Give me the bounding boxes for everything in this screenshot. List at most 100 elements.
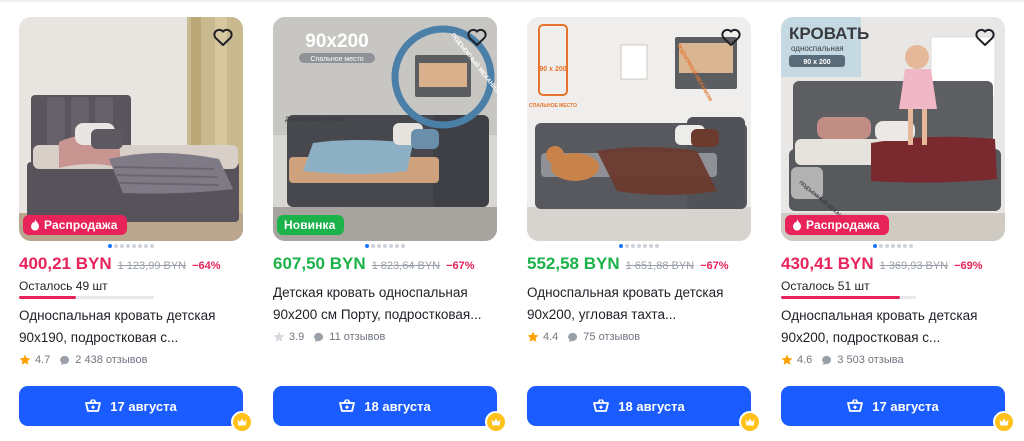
product-photo[interactable]: КРОВАТЬ односпальная 90 x 200 ПОДЪЕМНЫЙ … — [781, 17, 1005, 241]
chat-bubble-icon — [314, 332, 324, 342]
chat-bubble-icon — [568, 332, 578, 342]
photo-carousel-dots[interactable] — [781, 244, 1005, 252]
stock-bar-fill — [19, 296, 76, 299]
price-row: 552,58 BYN 1 651,88 BYN −67% — [527, 254, 751, 274]
carousel-dot[interactable] — [885, 244, 889, 248]
reviews-count[interactable]: 75 отзывов — [583, 331, 640, 343]
badge-label: Распродажа — [44, 218, 118, 232]
carousel-dot[interactable] — [909, 244, 913, 248]
discount: −67% — [700, 260, 729, 272]
carousel-dot[interactable] — [643, 244, 647, 248]
stock-bar-fill — [781, 296, 900, 299]
carousel-dot[interactable] — [891, 244, 895, 248]
carousel-dot[interactable] — [649, 244, 653, 248]
reviews-count[interactable]: 2 438 отзывов — [75, 354, 147, 366]
carousel-dot[interactable] — [395, 244, 399, 248]
carousel-dot[interactable] — [138, 244, 142, 248]
favorite-button[interactable] — [973, 25, 997, 49]
carousel-dot[interactable] — [631, 244, 635, 248]
cart-icon — [85, 399, 102, 412]
old-price: 1 369,93 BYN — [879, 260, 949, 272]
rating-row: 4.7 2 438 отзывов — [19, 354, 243, 366]
favorite-button[interactable] — [719, 25, 743, 49]
badge-label: Распродажа — [806, 218, 880, 232]
carousel-dot[interactable] — [389, 244, 393, 248]
product-card[interactable]: 90x200 Спальное место Декоративная стежк… — [273, 17, 507, 437]
photo-carousel-dots[interactable] — [527, 244, 751, 252]
carousel-dot[interactable] — [655, 244, 659, 248]
delivery-date: 18 августа — [364, 398, 431, 414]
photo-title: КРОВАТЬ — [789, 24, 869, 43]
carousel-dot[interactable] — [132, 244, 136, 248]
current-price: 607,50 BYN — [273, 254, 366, 273]
carousel-dot[interactable] — [897, 244, 901, 248]
cart-icon — [339, 399, 356, 412]
premium-badge — [993, 411, 1015, 433]
carousel-dot[interactable] — [619, 244, 623, 248]
delivery-date: 17 августа — [872, 398, 939, 414]
carousel-dot[interactable] — [150, 244, 154, 248]
photo-size-label: 90 x 200 — [803, 59, 830, 66]
carousel-dot[interactable] — [371, 244, 375, 248]
rating-value: 4.4 — [543, 331, 559, 343]
heart-icon — [467, 28, 487, 46]
product-photo[interactable]: 90 x 200 СПАЛЬНОЕ МЕСТО ПОДЪЕМНЫЙ МЕХАНИ… — [527, 17, 751, 241]
product-title[interactable]: Односпальная кровать детская 90х190, под… — [19, 305, 243, 349]
stock-bar — [781, 296, 916, 299]
product-card[interactable]: КРОВАТЬ односпальная 90 x 200 ПОДЪЕМНЫЙ … — [781, 17, 1015, 437]
product-card[interactable]: Распродажа 400,21 BYN 1 123,99 BYN −64% … — [19, 17, 253, 437]
product-title[interactable]: Односпальная кровать детская 90х200, угл… — [527, 282, 751, 326]
reviews-count[interactable]: 3 503 отзыва — [837, 354, 903, 366]
favorite-button[interactable] — [465, 25, 489, 49]
carousel-dot[interactable] — [144, 244, 148, 248]
photo-carousel-dots[interactable] — [19, 244, 243, 252]
old-price: 1 823,64 BYN — [371, 260, 441, 272]
add-to-cart-button[interactable]: 17 августа — [781, 386, 1005, 426]
carousel-dot[interactable] — [401, 244, 405, 248]
photo-note: Декоративная стежка — [285, 117, 346, 123]
premium-badge — [231, 411, 253, 433]
carousel-dot[interactable] — [873, 244, 877, 248]
product-photo[interactable]: 90x200 Спальное место Декоративная стежк… — [273, 17, 497, 241]
reviews-count[interactable]: 11 отзывов — [329, 331, 385, 343]
carousel-dot[interactable] — [879, 244, 883, 248]
old-price: 1 123,99 BYN — [117, 260, 187, 272]
product-title[interactable]: Односпальная кровать детская 90х200, под… — [781, 305, 1005, 349]
rating-value: 4.6 — [797, 354, 813, 366]
carousel-dot[interactable] — [625, 244, 629, 248]
add-to-cart-button[interactable]: 17 августа — [19, 386, 243, 426]
crown-icon — [745, 418, 755, 426]
add-to-cart-button[interactable]: 18 августа — [273, 386, 497, 426]
crown-icon — [491, 418, 501, 426]
top-divider — [0, 0, 1024, 2]
chat-bubble-icon — [822, 355, 832, 365]
price-row: 430,41 BYN 1 369,93 BYN −69% — [781, 254, 1005, 274]
carousel-dot[interactable] — [637, 244, 641, 248]
carousel-dot[interactable] — [120, 244, 124, 248]
product-photo[interactable]: Распродажа — [19, 17, 243, 241]
favorite-button[interactable] — [211, 25, 235, 49]
badge-label: Новинка — [284, 218, 336, 232]
carousel-dot[interactable] — [108, 244, 112, 248]
new-badge: Новинка — [277, 215, 345, 235]
carousel-dot[interactable] — [126, 244, 130, 248]
crown-icon — [237, 418, 247, 426]
heart-icon — [213, 28, 233, 46]
product-grid: Распродажа 400,21 BYN 1 123,99 BYN −64% … — [19, 17, 1015, 437]
carousel-dot[interactable] — [365, 244, 369, 248]
bed-image: КРОВАТЬ односпальная 90 x 200 ПОДЪЕМНЫЙ … — [781, 17, 1005, 241]
heart-icon — [721, 28, 741, 46]
cart-icon — [593, 399, 610, 412]
add-to-cart-button[interactable]: 18 августа — [527, 386, 751, 426]
carousel-dot[interactable] — [114, 244, 118, 248]
current-price: 430,41 BYN — [781, 254, 874, 273]
old-price: 1 651,88 BYN — [625, 260, 695, 272]
photo-carousel-dots[interactable] — [273, 244, 497, 252]
carousel-dot[interactable] — [377, 244, 381, 248]
sale-badge: Распродажа — [785, 215, 889, 235]
carousel-dot[interactable] — [903, 244, 907, 248]
photo-size-label: 90x200 — [305, 31, 368, 52]
product-card[interactable]: 90 x 200 СПАЛЬНОЕ МЕСТО ПОДЪЕМНЫЙ МЕХАНИ… — [527, 17, 761, 437]
carousel-dot[interactable] — [383, 244, 387, 248]
product-title[interactable]: Детская кровать односпальная 90х200 см П… — [273, 282, 497, 326]
